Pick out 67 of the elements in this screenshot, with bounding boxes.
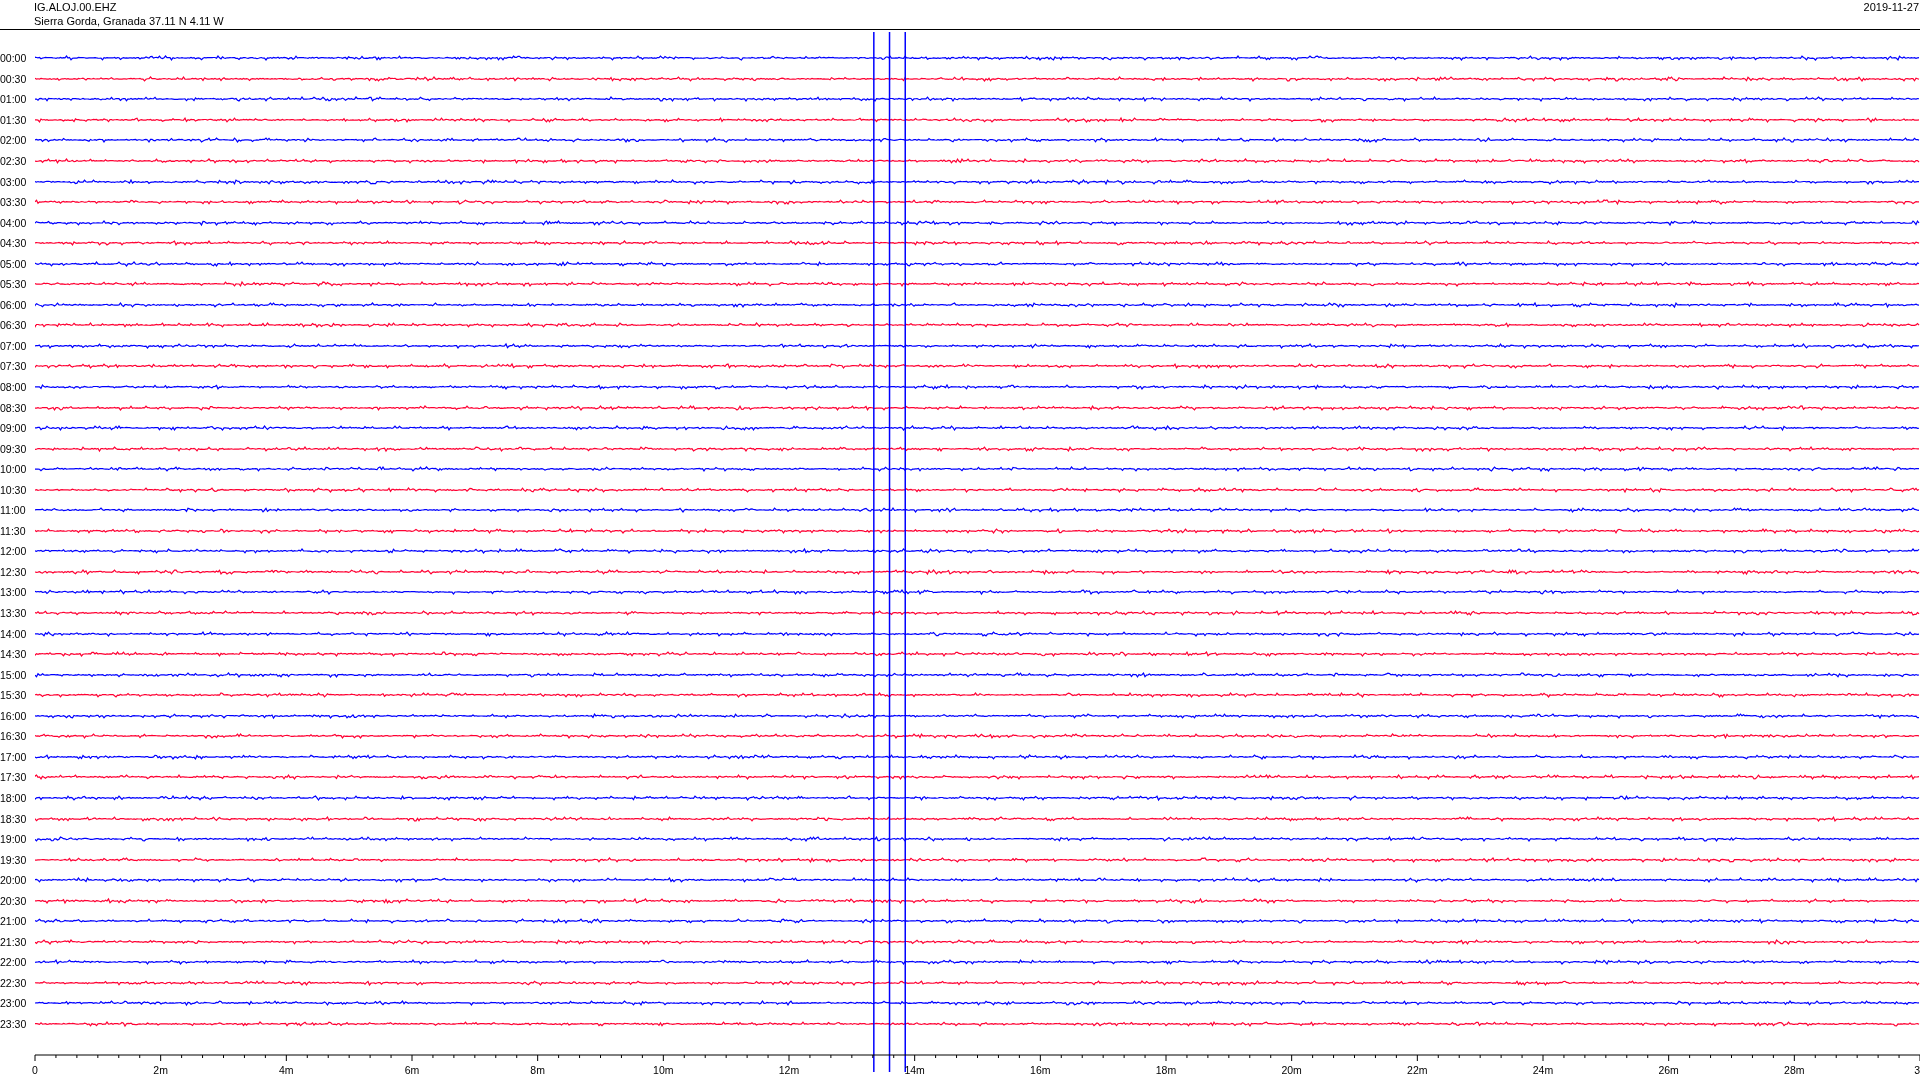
time-label: 18:00 <box>0 791 28 804</box>
axis-tick-label: 4m <box>279 1064 294 1077</box>
time-label: 19:30 <box>0 853 28 866</box>
time-label: 11:30 <box>0 524 27 537</box>
time-label: 08:30 <box>0 401 28 414</box>
time-label: 17:30 <box>0 771 28 784</box>
axis-tick-label: 14m <box>904 1064 925 1077</box>
time-label: 02:00 <box>0 134 28 147</box>
axis-tick-label: 16m <box>1030 1064 1051 1077</box>
time-label: 01:00 <box>0 93 28 106</box>
time-label: 17:00 <box>0 750 28 763</box>
time-label: 10:30 <box>0 483 28 496</box>
axis-tick-label: 22m <box>1407 1064 1428 1077</box>
time-label: 04:30 <box>0 237 28 250</box>
time-label: 22:00 <box>0 956 28 969</box>
time-label: 01:30 <box>0 113 28 126</box>
time-label: 16:00 <box>0 709 28 722</box>
time-label: 15:00 <box>0 668 28 681</box>
axis-tick-label: 18m <box>1155 1064 1177 1077</box>
time-label: 06:00 <box>0 298 28 311</box>
time-label: 02:30 <box>0 155 28 167</box>
axis-tick-label: 0 <box>32 1064 38 1077</box>
time-label: 23:30 <box>0 1017 28 1030</box>
station-code: IG.ALOJ.00.EHZ <box>34 0 118 14</box>
time-label: 04:00 <box>0 216 28 229</box>
time-label: 07:00 <box>0 339 28 352</box>
time-label: 11:00 <box>0 504 27 517</box>
time-label: 08:00 <box>0 381 28 393</box>
time-label: 21:30 <box>0 935 28 948</box>
time-label: 14:30 <box>0 648 28 661</box>
time-label: 20:00 <box>0 874 28 887</box>
time-label: 07:30 <box>0 360 28 373</box>
time-label: 05:30 <box>0 278 28 291</box>
time-label: 03:00 <box>0 175 28 188</box>
time-label: 21:00 <box>0 915 28 928</box>
axis-tick-label: 12m <box>778 1064 800 1077</box>
time-label: 15:30 <box>0 689 28 702</box>
time-label: 12:30 <box>0 565 28 578</box>
time-label: 03:30 <box>0 196 28 209</box>
time-label: 09:30 <box>0 442 28 455</box>
time-label: 13:30 <box>0 607 28 620</box>
time-label: 23:00 <box>0 997 28 1010</box>
time-label: 00:30 <box>0 72 28 85</box>
time-label: 00:00 <box>0 52 28 65</box>
time-label: 19:00 <box>0 833 28 846</box>
axis-tick-label: 3 <box>1914 1064 1920 1077</box>
time-label: 18:30 <box>0 812 28 825</box>
record-date: 2019-11-27 <box>1863 0 1920 15</box>
axis-tick-label: 20m <box>1281 1064 1302 1077</box>
axis-tick-label: 10m <box>653 1064 674 1077</box>
time-label: 22:30 <box>0 976 28 989</box>
time-label: 13:00 <box>0 586 28 599</box>
axis-tick-label: 2m <box>153 1064 168 1077</box>
station-location: Sierra Gorda, Granada 37.11 N 4.11 W <box>34 14 224 28</box>
axis-tick-label: 24m <box>1532 1064 1554 1077</box>
axis-tick-label: 8m <box>530 1064 545 1077</box>
axis-tick-label: 26m <box>1658 1064 1679 1077</box>
time-label: 20:30 <box>0 894 28 907</box>
axis-tick-label: 28m <box>1784 1064 1805 1077</box>
time-label: 12:00 <box>0 545 28 558</box>
time-label: 05:00 <box>0 257 28 270</box>
time-label: 06:30 <box>0 319 28 332</box>
time-label: 10:00 <box>0 463 28 476</box>
time-label: 09:00 <box>0 422 28 435</box>
time-label: 14:00 <box>0 627 28 640</box>
time-label: 16:30 <box>0 730 28 743</box>
axis-tick-label: 6m <box>404 1064 420 1077</box>
